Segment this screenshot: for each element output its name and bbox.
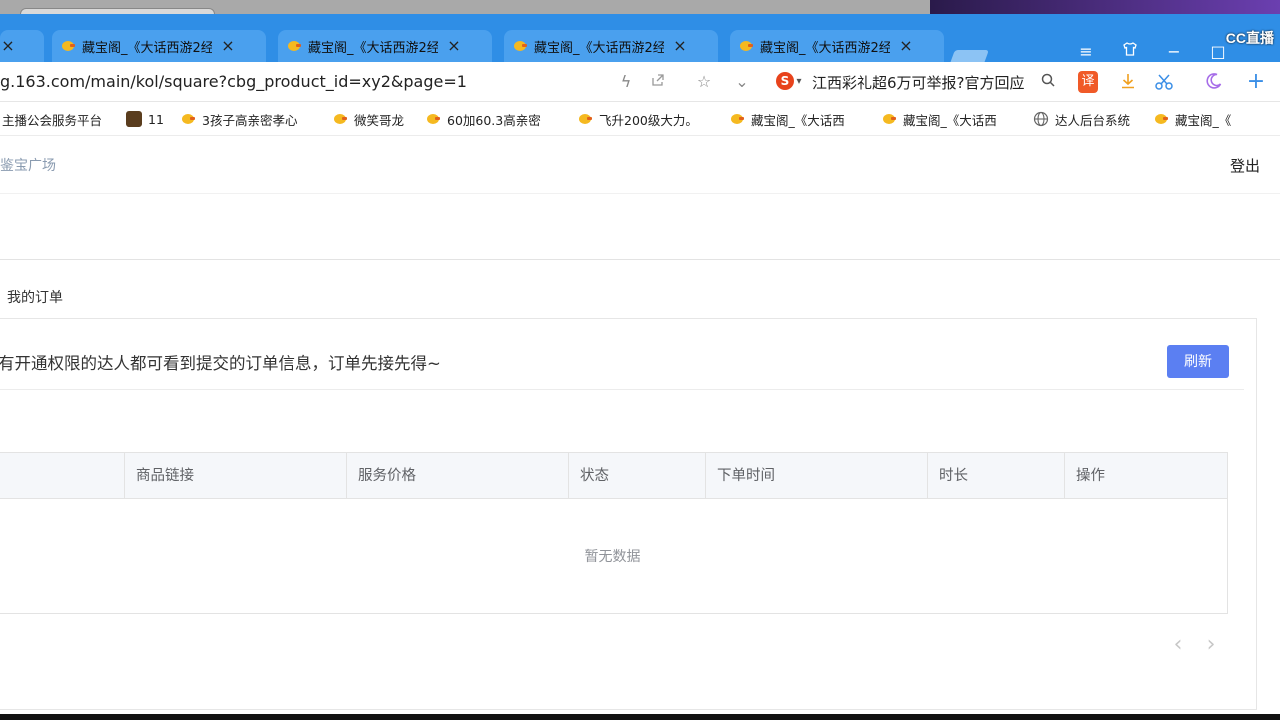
tab-close-icon[interactable]: × — [0, 38, 16, 54]
chick-favicon-icon — [286, 38, 302, 54]
bookmark-label: 主播公会服务平台 — [2, 112, 103, 128]
orders-card: 有开通权限的达人都可看到提交的订单信息，订单先接先得~ 刷新 商品链接 服务价格… — [0, 318, 1257, 710]
bookmark-item[interactable]: 达人后台系统 — [1033, 110, 1130, 128]
bookmark-label: 11 — [148, 111, 164, 127]
game-favicon-icon — [126, 111, 142, 127]
breadcrumb: 我的订单 — [7, 290, 63, 306]
tab-close-icon[interactable]: × — [898, 38, 914, 54]
chick-favicon-icon — [577, 111, 593, 127]
column-header: 状态 — [568, 453, 705, 499]
menu-icon[interactable]: ≡ — [1074, 40, 1098, 64]
bookmark-label: 3孩子高亲密孝心 — [202, 112, 298, 128]
browser-tab[interactable]: 藏宝阁_《大话西游2经典版》 × — [504, 30, 718, 62]
star-icon[interactable]: ☆ — [694, 72, 714, 92]
scissors-icon[interactable] — [1154, 72, 1174, 92]
desktop-bottom-strip — [0, 714, 1280, 720]
bookmark-item[interactable]: 主播公会服务平台 — [2, 110, 102, 128]
bookmark-label: 藏宝阁_《 — [1175, 112, 1232, 128]
chick-favicon-icon — [332, 111, 348, 127]
browser-tab[interactable]: 藏宝阁_《大话西游2经典版》 × — [52, 30, 266, 62]
bookmark-label: 藏宝阁_《大话西 — [751, 112, 845, 128]
skin-shirt-icon[interactable] — [1118, 40, 1142, 64]
bookmark-item[interactable]: 藏宝阁_《大话西 — [881, 110, 1015, 128]
chick-favicon-icon — [512, 38, 528, 54]
prev-page-button[interactable]: ‹ — [1168, 634, 1188, 656]
search-engine-dropdown-icon[interactable]: ▾ — [794, 72, 804, 92]
bookmarks-bar: 主播公会服务平台 11 3孩子高亲密孝心 微笑哥龙 60加60.3高亲密 飞升2… — [0, 102, 1280, 136]
bookmark-item[interactable]: 藏宝阁_《 — [1153, 110, 1245, 128]
next-page-button[interactable]: › — [1201, 634, 1221, 656]
tab-close-icon[interactable]: × — [220, 38, 236, 54]
chick-favicon-icon — [180, 111, 196, 127]
address-bar: g.163.com/main/kol/square?cbg_product_id… — [0, 62, 1280, 102]
column-header: 商品链接 — [124, 453, 346, 499]
notice-text: 有开通权限的达人都可看到提交的订单信息，订单先接先得~ — [0, 354, 441, 373]
cc-live-logo: CC直播 — [1225, 30, 1274, 46]
share-icon[interactable] — [648, 72, 668, 92]
chick-favicon-icon — [60, 38, 76, 54]
logout-link[interactable]: 登出 — [1230, 155, 1260, 176]
site-header: 鉴宝广场 登出 — [0, 136, 1280, 194]
orders-table: 商品链接 服务价格 状态 下单时间 时长 操作 暂无数据 — [0, 452, 1228, 614]
globe-icon — [1033, 111, 1049, 127]
tab-title: 藏宝阁_《大话西游2经典版》 — [308, 40, 438, 56]
divider — [0, 389, 1244, 390]
bookmark-label: 藏宝阁_《大话西 — [903, 112, 997, 128]
bookmark-label: 达人后台系统 — [1055, 112, 1131, 128]
chick-favicon-icon — [425, 111, 441, 127]
background-window — [930, 0, 1280, 14]
chick-favicon-icon — [738, 38, 754, 54]
translate-button[interactable]: 译 — [1078, 71, 1098, 93]
bookmark-label: 微笑哥龙 — [354, 112, 405, 128]
tab-close-icon[interactable]: × — [446, 38, 462, 54]
bookmark-label: 飞升200级大力。 — [599, 112, 698, 128]
plus-icon[interactable]: + — [1246, 71, 1266, 93]
bookmark-item[interactable]: 3孩子高亲密孝心 — [180, 110, 314, 128]
chick-favicon-icon — [729, 111, 745, 127]
table-header: 商品链接 服务价格 状态 下单时间 时长 操作 — [0, 453, 1227, 499]
tab-close-icon[interactable]: × — [672, 38, 688, 54]
bookmark-label: 60加60.3高亲密 — [447, 112, 541, 128]
tab-title: 藏宝阁_《大话西游2经典版》 — [82, 40, 212, 56]
url-input[interactable]: g.163.com/main/kol/square?cbg_product_id… — [0, 72, 467, 91]
bookmark-item[interactable]: 藏宝阁_《大话西 — [729, 110, 863, 128]
desktop-top-strip — [0, 0, 1280, 18]
chevron-down-icon[interactable]: ⌄ — [732, 72, 752, 92]
page-content: 鉴宝广场 登出 我的订单 有开通权限的达人都可看到提交的订单信息，订单先接先得~… — [0, 136, 1280, 714]
column-header: 下单时间 — [705, 453, 927, 499]
browser-tab[interactable]: 藏宝阁_《大话西游2经典版》 × — [730, 30, 944, 62]
bookmark-item[interactable]: 微笑哥龙 — [332, 110, 404, 128]
tab-title: 藏宝阁_《大话西游2经典版》 — [760, 40, 890, 56]
browser-tab-bar: × 藏宝阁_《大话西游2经典版》 × 藏宝阁_《大话西游2经典版》 × 藏宝阁_… — [0, 14, 1280, 66]
lightning-icon[interactable]: ϟ — [616, 72, 636, 92]
search-icon[interactable] — [1038, 72, 1058, 92]
tab-title: 藏宝阁_《大话西游2经典版》 — [534, 40, 664, 56]
empty-text: 暂无数据 — [584, 549, 641, 565]
night-mode-icon[interactable] — [1204, 72, 1224, 92]
hot-news-link[interactable]: 江西彩礼超6万可举报?官方回应 — [812, 72, 1025, 93]
browser-tab-partial[interactable]: × — [0, 30, 44, 62]
bookmark-item[interactable]: 11 — [126, 110, 164, 128]
column-header: 时长 — [927, 453, 1064, 499]
refresh-button[interactable]: 刷新 — [1167, 345, 1229, 378]
chick-favicon-icon — [1153, 111, 1169, 127]
sogou-search-icon[interactable]: S — [776, 72, 794, 90]
bookmark-item[interactable]: 60加60.3高亲密 — [425, 110, 559, 128]
nav-appraisal-square-link[interactable]: 鉴宝广场 — [0, 155, 56, 175]
download-icon[interactable] — [1118, 72, 1138, 92]
bookmark-item[interactable]: 飞升200级大力。 — [577, 110, 711, 128]
table-empty-state: 暂无数据 — [0, 499, 1227, 613]
chick-favicon-icon — [881, 111, 897, 127]
column-header: 服务价格 — [346, 453, 568, 499]
browser-tab[interactable]: 藏宝阁_《大话西游2经典版》 × — [278, 30, 492, 62]
minimize-icon[interactable]: − — [1162, 40, 1186, 64]
divider — [0, 259, 1280, 260]
column-header: 操作 — [1064, 453, 1227, 499]
